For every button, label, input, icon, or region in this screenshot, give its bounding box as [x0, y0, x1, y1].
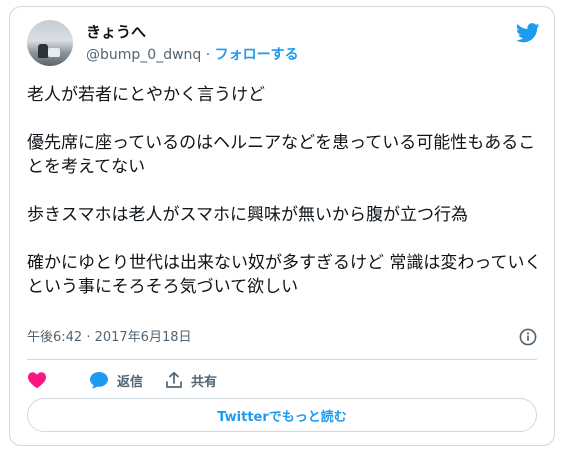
- avatar[interactable]: [27, 20, 73, 66]
- tweet-text: 老人が若者にとやかく言うけど 優先席に座っているのはヘルニアなどを患っている可能…: [27, 83, 542, 299]
- divider: [27, 359, 537, 360]
- author-display-name[interactable]: きょうへ: [86, 23, 146, 41]
- tweet-card: きょうへ @bump_0_dwnq · フォローする 老人が若者にとやかく言うけ…: [9, 6, 555, 446]
- avatar-figure: [38, 44, 48, 58]
- tweet-timestamp[interactable]: 午後6:42 · 2017年6月18日: [27, 329, 192, 347]
- reply-button[interactable]: 返信: [89, 371, 143, 390]
- author-handle[interactable]: @bump_0_dwnq: [86, 47, 201, 63]
- share-label: 共有: [191, 374, 218, 390]
- twitter-bird-icon[interactable]: [516, 23, 540, 43]
- info-icon[interactable]: [519, 328, 537, 346]
- share-icon: [166, 371, 182, 388]
- author-handle-row: @bump_0_dwnq · フォローする: [86, 46, 299, 64]
- heart-icon: [28, 372, 46, 389]
- follow-button[interactable]: フォローする: [215, 47, 299, 63]
- tweet-paragraph: 確かにゆとり世代は出来ない奴が多すぎるけど 常識は変わっていくという事にそろそろ…: [27, 253, 542, 297]
- tweet-paragraph: 老人が若者にとやかく言うけど: [27, 85, 265, 105]
- tweet-paragraph: 優先席に座っているのはヘルニアなどを患っている可能性もあることを考えてない: [27, 133, 536, 177]
- handle-separator: ·: [205, 47, 211, 63]
- tweet-paragraph: 歩きスマホは老人がスマホに興味が無いから腹が立つ行為: [27, 205, 468, 225]
- share-button[interactable]: 共有: [165, 371, 217, 390]
- tweet-actions: 返信 共有: [27, 369, 217, 391]
- avatar-object: [48, 48, 60, 57]
- like-button[interactable]: [27, 371, 47, 389]
- read-more-button[interactable]: Twitterでもっと読む: [27, 398, 537, 432]
- reply-label: 返信: [117, 374, 144, 390]
- speech-bubble-icon: [90, 372, 108, 389]
